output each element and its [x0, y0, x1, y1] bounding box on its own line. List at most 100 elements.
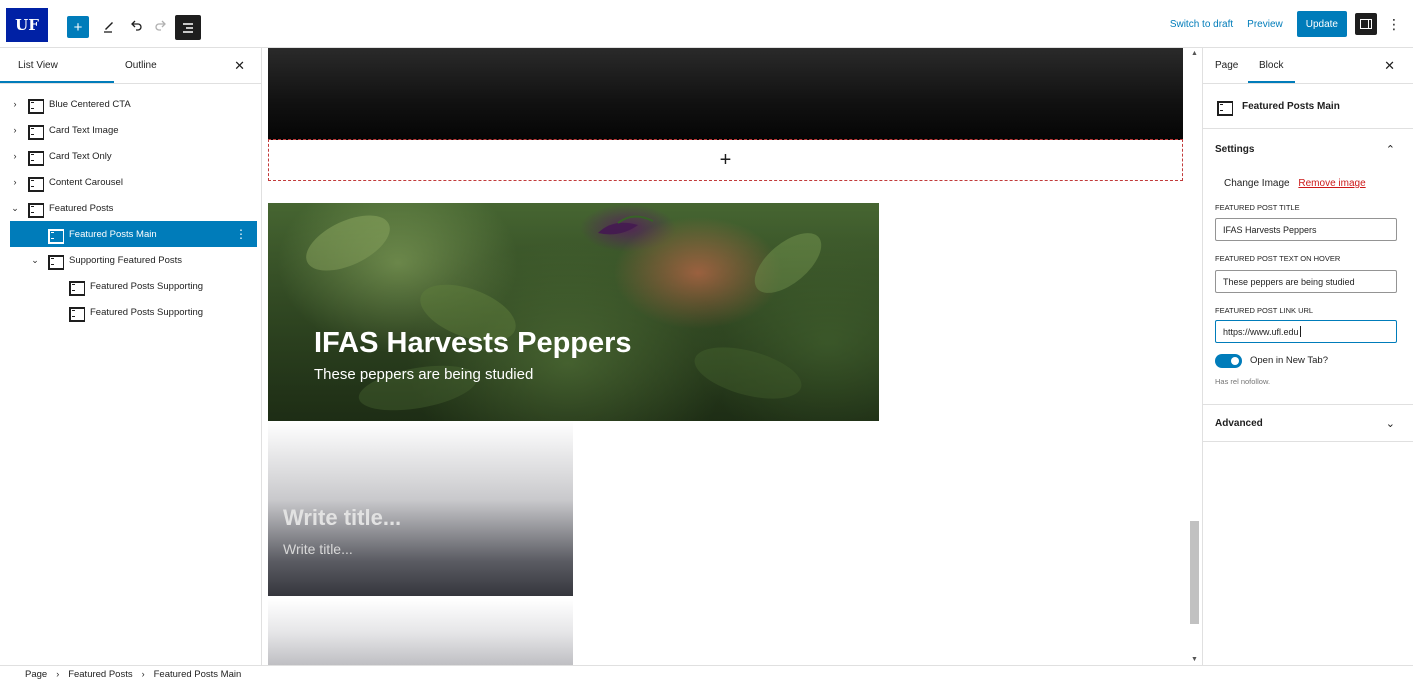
uf-logo[interactable]: UF: [6, 8, 48, 42]
settings-panel-title: Settings: [1215, 143, 1255, 155]
dark-image-block[interactable]: [268, 48, 1183, 140]
chevron-down-icon[interactable]: ⌄: [30, 255, 40, 266]
list-view-panel: List View Outline ✕ › Blue Centered CTA …: [0, 48, 262, 665]
list-item-content-carousel[interactable]: › Content Carousel: [10, 169, 257, 195]
hero-title[interactable]: IFAS Harvests Peppers: [314, 327, 632, 360]
chevron-right-icon: ›: [141, 669, 145, 679]
block-appender-button[interactable]: +: [268, 139, 1183, 181]
featured-post-title-input[interactable]: IFAS Harvests Peppers: [1215, 218, 1397, 241]
tab-list-view[interactable]: List View: [0, 48, 114, 83]
settings-panel-toggle[interactable]: Settings ⌃: [1203, 129, 1413, 169]
settings-tabs: Page Block ✕: [1203, 48, 1413, 84]
list-item-label: Supporting Featured Posts: [69, 254, 183, 266]
document-overview-button[interactable]: [175, 15, 201, 40]
switch-to-draft-button[interactable]: Switch to draft: [1170, 19, 1233, 30]
update-button[interactable]: Update: [1296, 11, 1347, 37]
close-icon: ✕: [234, 58, 245, 73]
list-item-blue-centered-cta[interactable]: › Blue Centered CTA: [10, 91, 257, 117]
block-icon: [48, 228, 64, 244]
list-view-icon: [183, 22, 193, 33]
hero-overlay: [268, 203, 879, 421]
block-icon: [1217, 100, 1233, 116]
scroll-up-icon[interactable]: ▲: [1191, 50, 1198, 57]
edit-tool-button[interactable]: [98, 15, 120, 37]
featured-post-url-input[interactable]: https://www.ufl.edu: [1215, 320, 1397, 343]
preview-button[interactable]: Preview: [1247, 19, 1283, 30]
close-icon: ✕: [1384, 58, 1395, 73]
open-new-tab-label: Open in New Tab?: [1250, 355, 1328, 366]
breadcrumb-item-featured-posts[interactable]: Featured Posts: [68, 669, 132, 680]
list-item-featured-posts-main[interactable]: Featured Posts Main ⋮: [10, 221, 257, 247]
list-item-label: Featured Posts Supporting: [90, 306, 204, 318]
close-list-view-button[interactable]: ✕: [234, 58, 245, 74]
chevron-right-icon[interactable]: ›: [10, 125, 20, 135]
remove-image-button[interactable]: Remove image: [1298, 178, 1365, 189]
rel-nofollow-help: Has rel nofollow.: [1215, 377, 1271, 386]
list-view-tabs: List View Outline ✕: [0, 48, 261, 84]
featured-post-supporting-block[interactable]: [268, 599, 573, 665]
text-cursor: [1299, 326, 1301, 337]
canvas-scrollbar[interactable]: ▲ ▼: [1188, 48, 1202, 665]
chevron-right-icon: ›: [56, 669, 60, 679]
tab-outline[interactable]: Outline: [125, 48, 157, 83]
list-item-label: Featured Posts: [49, 202, 114, 214]
list-item-label: Content Carousel: [49, 176, 123, 188]
list-item-featured-posts[interactable]: ⌄ Featured Posts: [10, 195, 257, 221]
scrollbar-thumb[interactable]: [1190, 521, 1199, 624]
redo-button[interactable]: [150, 15, 172, 37]
chevron-right-icon[interactable]: ›: [10, 151, 20, 161]
chevron-right-icon[interactable]: ›: [10, 177, 20, 187]
pencil-icon: [104, 22, 113, 33]
block-name: Featured Posts Main: [1242, 100, 1340, 112]
more-vertical-icon[interactable]: ⋮: [235, 227, 247, 241]
redo-icon: [155, 20, 166, 31]
chevron-right-icon[interactable]: ›: [10, 99, 20, 109]
breadcrumb-item-page[interactable]: Page: [25, 669, 47, 680]
hero-subtitle[interactable]: These peppers are being studied: [314, 366, 533, 383]
tab-block[interactable]: Block: [1248, 48, 1295, 83]
image-actions: Change Image Remove image: [1224, 178, 1366, 189]
change-image-button[interactable]: Change Image: [1224, 178, 1290, 189]
featured-post-title-value: IFAS Harvests Peppers: [1223, 224, 1317, 235]
list-item-supporting-featured-posts[interactable]: ⌄ Supporting Featured Posts: [10, 247, 257, 273]
featured-post-main-block[interactable]: IFAS Harvests Peppers These peppers are …: [268, 203, 879, 421]
card-title-placeholder[interactable]: Write title...: [283, 505, 401, 531]
undo-icon: [131, 20, 142, 31]
list-item-label: Card Text Only: [49, 150, 112, 162]
editor-canvas[interactable]: + IFAS Harvests Peppers These peppers ar…: [263, 48, 1188, 665]
sidebar-icon: [1360, 19, 1372, 29]
scroll-down-icon[interactable]: ▼: [1191, 656, 1198, 663]
breadcrumb: Page › Featured Posts › Featured Posts M…: [0, 665, 1413, 682]
chevron-down-icon[interactable]: ⌄: [10, 203, 20, 214]
toolbar-actions: Switch to draft Preview Update ⋮: [1170, 0, 1413, 48]
close-settings-button[interactable]: ✕: [1384, 58, 1395, 74]
advanced-panel-toggle[interactable]: Advanced ⌄: [1203, 404, 1413, 442]
list-item-card-text-only[interactable]: › Card Text Only: [10, 143, 257, 169]
block-icon: [28, 124, 44, 140]
breadcrumb-item-featured-posts-main: Featured Posts Main: [153, 668, 242, 680]
open-new-tab-toggle[interactable]: [1215, 354, 1242, 368]
list-item-featured-posts-supporting[interactable]: Featured Posts Supporting: [10, 273, 257, 299]
advanced-panel-title: Advanced: [1215, 417, 1263, 429]
block-icon: [69, 280, 85, 296]
block-icon: [28, 202, 44, 218]
tab-page[interactable]: Page: [1215, 48, 1238, 83]
featured-post-url-value: https://www.ufl.edu: [1223, 326, 1299, 337]
featured-post-title-label: FEATURED POST TITLE: [1215, 203, 1300, 212]
card-subtitle-placeholder[interactable]: Write title...: [283, 541, 353, 557]
undo-button[interactable]: [125, 15, 147, 37]
add-block-button[interactable]: +: [67, 16, 89, 38]
options-menu-button[interactable]: ⋮: [1387, 16, 1401, 33]
list-item-featured-posts-supporting[interactable]: Featured Posts Supporting: [10, 299, 257, 325]
featured-post-url-label: FEATURED POST LINK URL: [1215, 306, 1314, 315]
plus-icon: +: [719, 148, 732, 171]
settings-sidebar: Page Block ✕ Featured Posts Main Setting…: [1202, 48, 1413, 665]
block-icon: [69, 306, 85, 322]
plus-icon: +: [73, 18, 83, 36]
settings-toggle-button[interactable]: [1355, 13, 1377, 35]
list-item-card-text-image[interactable]: › Card Text Image: [10, 117, 257, 143]
list-item-label: Blue Centered CTA: [49, 98, 131, 110]
featured-post-supporting-block[interactable]: Write title... Write title...: [268, 421, 573, 596]
featured-post-hover-input[interactable]: These peppers are being studied: [1215, 270, 1397, 293]
list-item-label: Featured Posts Supporting: [90, 280, 204, 292]
